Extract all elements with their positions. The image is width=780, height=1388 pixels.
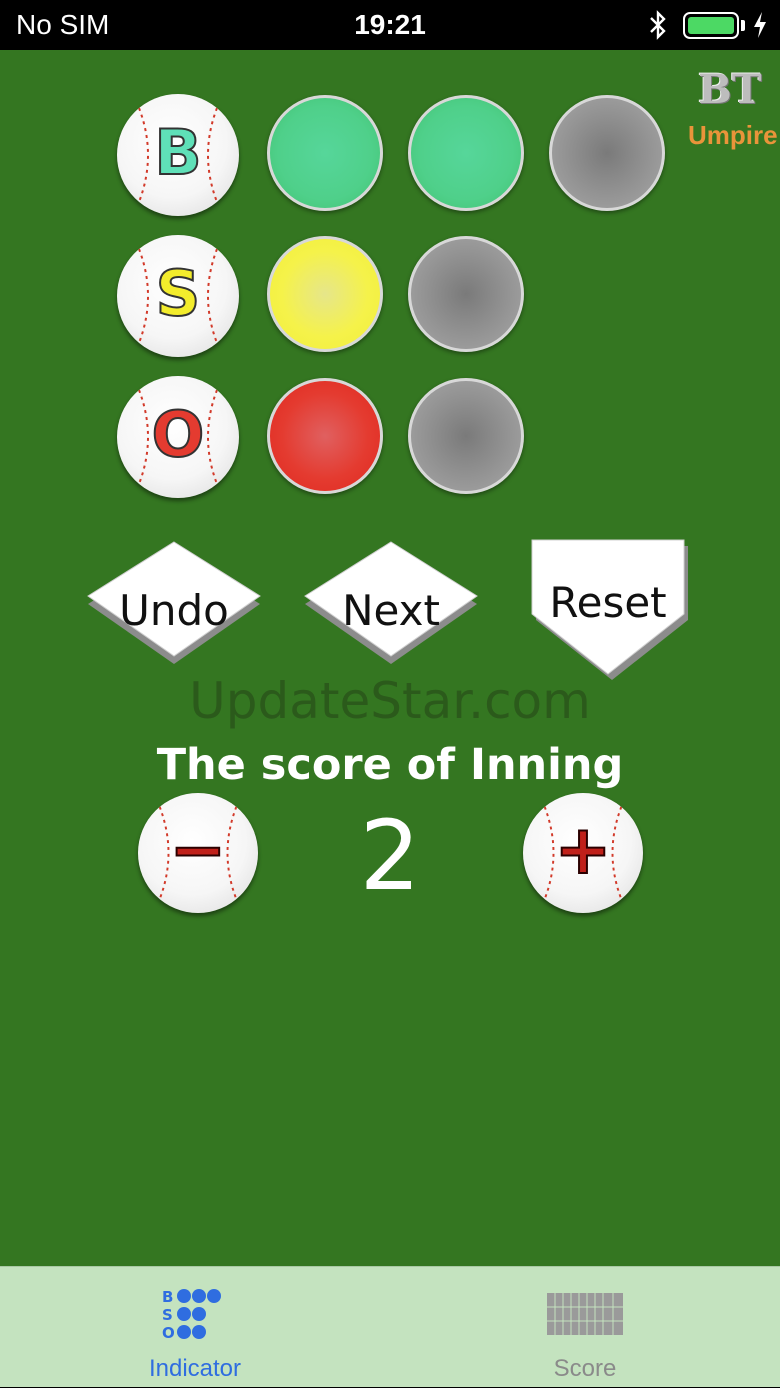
bso-indicator-icon: B S O [162,1288,221,1341]
out-letter: O [151,397,206,472]
reset-label: Reset [549,578,667,627]
battery-icon [683,12,739,39]
tab-score-label: Score [553,1355,617,1382]
out-lamp-2 [408,378,524,494]
scoreboard-icon [547,1293,623,1335]
reset-button[interactable]: Reset [528,538,692,682]
ball-lamp-1 [267,95,383,211]
ball-count-button[interactable]: B [117,94,239,216]
strike-letter: S [155,256,202,331]
ball-letter: B [153,115,202,190]
strike-lamp-2 [408,236,524,352]
tab-score[interactable]: Score [390,1267,780,1388]
tab-bar: B S O Indicator Score [0,1266,780,1387]
inning-score-value: 2 [359,800,421,912]
undo-button[interactable]: Undo [84,538,264,678]
score-title: The score of Inning [156,740,624,790]
app-logo-subtitle: Umpire [688,120,778,150]
watermark: UpdateStar.com [189,672,591,730]
plus-icon: + [554,810,613,891]
score-plus-button[interactable]: + [523,793,643,913]
ball-lamp-3 [549,95,665,211]
svg-text:O: O [162,1324,175,1341]
svg-text:B: B [162,1288,173,1306]
status-bar: No SIM 19:21 [0,0,780,50]
score-minus-button[interactable]: − [138,793,258,913]
ball-lamp-2 [408,95,524,211]
battery-tip [741,20,745,31]
charging-icon [754,12,766,38]
svg-text:S: S [162,1306,173,1324]
bluetooth-icon [650,10,666,40]
next-button[interactable]: Next [301,538,481,678]
minus-icon: − [169,810,228,891]
tab-indicator[interactable]: B S O Indicator [0,1267,390,1388]
next-label: Next [342,586,440,635]
tab-indicator-label: Indicator [148,1355,242,1382]
strike-count-button[interactable]: S [117,235,239,357]
strike-lamp-1 [267,236,383,352]
out-lamp-1 [267,378,383,494]
undo-label: Undo [119,586,229,635]
out-count-button[interactable]: O [117,376,239,498]
app-logo: BT [698,66,762,113]
